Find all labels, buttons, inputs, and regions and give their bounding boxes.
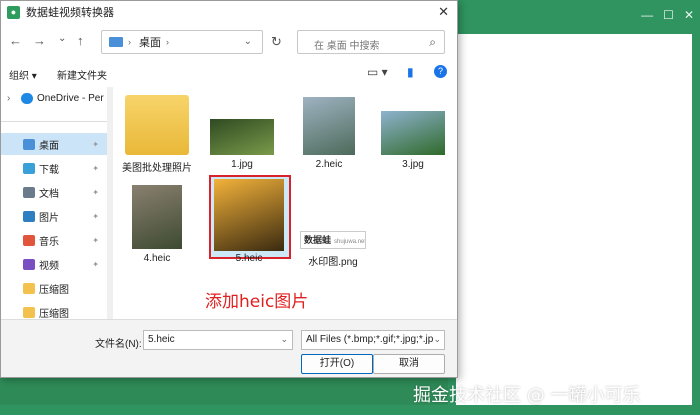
filename-label: 文件名(N):: [95, 339, 142, 350]
filetype-value: All Files (*.bmp;*.gif;*.jpg;*.jp: [306, 334, 434, 345]
pin-icon[interactable]: ✦: [92, 260, 99, 269]
dialog-title: 数据蛙视频转换器: [26, 7, 114, 19]
sidebar-folder-icon: [23, 210, 35, 222]
file-name-label: 3.jpg: [402, 159, 424, 170]
file-name-label: 水印图.png: [308, 257, 358, 268]
watermark-stamp-text: 数据蛙: [304, 235, 332, 245]
refresh-icon[interactable]: ↻: [271, 34, 282, 50]
sidebar-divider: [1, 121, 107, 122]
image-thumbnail: [381, 111, 445, 155]
sidebar-item-label: 图片: [39, 212, 59, 224]
cloud-icon: [21, 92, 33, 104]
address-separator: ›: [128, 37, 131, 47]
open-button[interactable]: 打开(O): [301, 354, 373, 374]
filename-input[interactable]: 5.heic ⌄: [143, 330, 293, 350]
sidebar-item[interactable]: 文档 ✦: [1, 181, 107, 203]
pin-icon[interactable]: ✦: [92, 212, 99, 221]
sidebar-folder-icon: [23, 282, 35, 294]
sidebar-item-label: 压缩图: [39, 284, 69, 296]
forward-arrow-icon[interactable]: →: [33, 33, 46, 48]
sidebar-item-label: 下载: [39, 164, 59, 176]
sidebar-folder-icon: [23, 234, 35, 246]
filename-dropdown-icon[interactable]: ⌄: [280, 334, 288, 345]
sidebar-item[interactable]: 音乐 ✦: [1, 229, 107, 251]
sidebar-folder-icon: [23, 186, 35, 198]
address-crumb-desktop[interactable]: 桌面: [139, 34, 161, 50]
watermark-stamp-url: shujuwa.net: [334, 239, 366, 245]
background-app-window: — ☐ ✕: [448, 0, 700, 405]
file-grid: 美图批处理照片 1.jpg 2.heic 3.jpg 4.heic 5.heic 数据蛙 sh…: [117, 87, 455, 319]
filename-value: 5.heic: [148, 334, 175, 345]
sidebar-item-label: 文档: [39, 188, 59, 200]
cancel-button[interactable]: 取消: [373, 354, 445, 374]
file-tile[interactable]: 3.jpg: [373, 87, 453, 287]
sidebar-folder-icon: [23, 306, 35, 318]
up-arrow-icon[interactable]: ↑: [77, 33, 84, 48]
image-thumbnail: [132, 185, 182, 249]
sidebar-item-label: 桌面: [39, 140, 59, 152]
back-arrow-icon[interactable]: ←: [9, 33, 22, 48]
maximize-icon[interactable]: ☐: [663, 8, 674, 22]
file-name-label: 5.heic: [235, 253, 263, 264]
close-icon[interactable]: ✕: [684, 8, 694, 22]
sidebar-folder-icon: [23, 258, 35, 270]
sidebar-folder-icon: [23, 138, 35, 150]
sidebar-item-onedrive[interactable]: › OneDrive - Per: [1, 87, 107, 109]
file-name-label: 4.heic: [143, 253, 171, 264]
watermark-image-thumbnail: 数据蛙 shujuwa.net: [300, 231, 366, 249]
sidebar-item[interactable]: 下载 ✦: [1, 157, 107, 179]
dialog-titlebar: ● 数据蛙视频转换器 ✕: [1, 1, 457, 23]
pin-icon[interactable]: ✦: [92, 164, 99, 173]
filetype-dropdown-icon[interactable]: ⌄: [433, 334, 441, 345]
file-tile[interactable]: 4.heic: [117, 87, 197, 287]
sidebar-scrollbar[interactable]: [107, 87, 113, 319]
app-icon: ●: [7, 5, 20, 19]
search-input[interactable]: 在 桌面 中搜索 ⌕: [297, 30, 445, 54]
file-tile[interactable]: 5.heic: [209, 87, 291, 287]
navigation-sidebar: › OneDrive - Per 桌面 ✦ 下载 ✦ 文档 ✦ 图片 ✦ 音乐 ✦ 视频 ✦ 压缩图 压缩…: [1, 87, 107, 320]
minimize-icon[interactable]: —: [641, 8, 653, 22]
dialog-footer: 文件名(N): 5.heic ⌄ All Files (*.bmp;*.gif;…: [1, 319, 457, 377]
sidebar-item-label: 视频: [39, 260, 59, 272]
address-dropdown-icon[interactable]: ⌄: [244, 36, 252, 47]
site-watermark: 掘金技术社区 @ 一罐小可乐: [413, 385, 641, 406]
preview-pane-icon[interactable]: ▮: [407, 65, 414, 79]
dialog-close-icon[interactable]: ✕: [438, 4, 449, 20]
annotation-text: 添加heic图片: [205, 292, 309, 312]
command-bar: 组织 ▾ 新建文件夹 ▭ ▾ ▮ ?: [1, 61, 457, 85]
sidebar-item[interactable]: 桌面 ✦: [1, 133, 107, 155]
address-bar[interactable]: › 桌面 › ⌄: [101, 30, 263, 54]
search-placeholder: 在 桌面 中搜索: [314, 41, 380, 52]
filetype-select[interactable]: All Files (*.bmp;*.gif;*.jpg;*.jp ⌄: [301, 330, 445, 350]
sidebar-item[interactable]: 图片 ✦: [1, 205, 107, 227]
file-tile[interactable]: 数据蛙 shujuwa.net 水印图.png: [293, 87, 373, 287]
sidebar-item[interactable]: 视频 ✦: [1, 253, 107, 275]
search-icon[interactable]: ⌕: [429, 35, 436, 50]
pin-icon[interactable]: ✦: [92, 188, 99, 197]
help-icon[interactable]: ?: [434, 65, 447, 78]
expand-chevron-icon[interactable]: ›: [7, 93, 10, 104]
sidebar-folder-icon: [23, 162, 35, 174]
sidebar-item-label: 音乐: [39, 236, 59, 248]
background-window-controls[interactable]: — ☐ ✕: [641, 8, 694, 22]
desktop-folder-icon: [109, 37, 123, 47]
new-folder-button[interactable]: 新建文件夹: [57, 67, 107, 82]
background-app-content: [456, 34, 692, 405]
open-file-dialog: ● 数据蛙视频转换器 ✕ ← → ⌄ ↑ › 桌面 › ⌄ ↻ 在 桌面 中搜索…: [0, 0, 458, 378]
sidebar-item-label: OneDrive - Per: [37, 92, 104, 104]
sidebar-item-label: 压缩图: [39, 308, 69, 320]
pin-icon[interactable]: ✦: [92, 140, 99, 149]
organize-menu[interactable]: 组织 ▾: [9, 67, 37, 82]
navigation-bar: ← → ⌄ ↑ › 桌面 › ⌄ ↻ 在 桌面 中搜索 ⌕: [1, 27, 457, 57]
address-separator: ›: [166, 37, 169, 47]
view-options-icon[interactable]: ▭ ▾: [367, 65, 388, 79]
recent-locations-icon[interactable]: ⌄: [58, 33, 66, 44]
image-thumbnail: [214, 179, 284, 251]
sidebar-item[interactable]: 压缩图: [1, 277, 107, 299]
pin-icon[interactable]: ✦: [92, 236, 99, 245]
